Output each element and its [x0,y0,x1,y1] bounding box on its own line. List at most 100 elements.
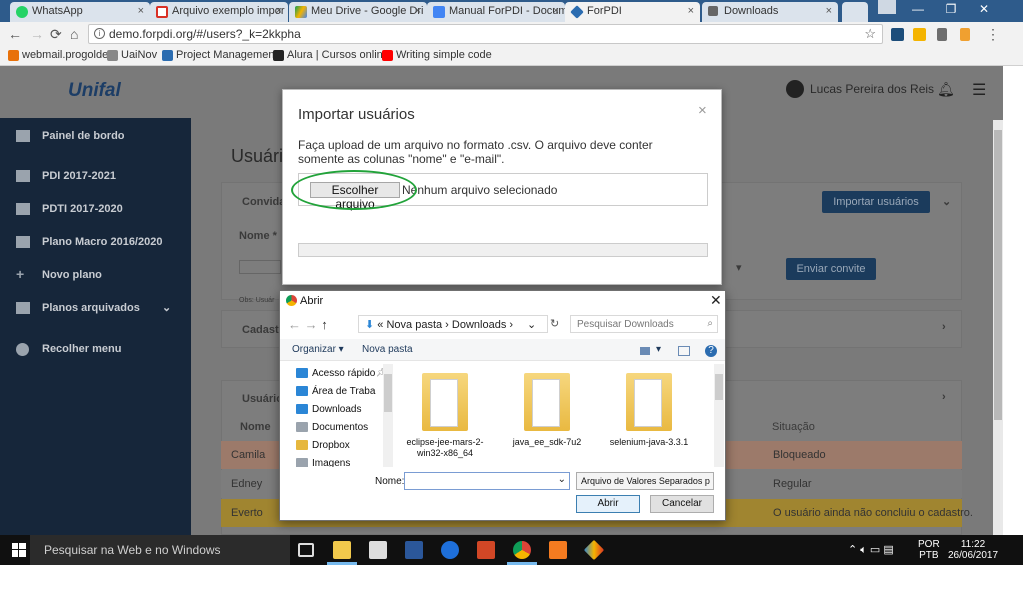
close-icon[interactable]: × [826,5,832,17]
tree-item-dropbox[interactable]: Dropbox [296,440,350,451]
sidebar-item-novo-plano[interactable]: + Novo plano [16,266,102,282]
sidebar-item-recolher[interactable]: Recolher menu [16,343,121,356]
tab-arquivo-exemplo[interactable]: Arquivo exemplo impor × [150,2,288,22]
tree-item-downloads[interactable]: Downloads [296,404,361,415]
chevron-down-icon[interactable]: ⌄ [527,318,536,331]
tree-item-imagens[interactable]: Imagens [296,458,350,467]
breadcrumb-item[interactable]: Downloads [452,319,506,331]
tree-item-documentos[interactable]: Documentos [296,422,368,433]
new-folder-button[interactable]: Nova pasta [362,344,413,355]
sidebar-item-pdi[interactable]: PDI 2017-2021 [16,170,116,182]
search-input[interactable]: Pesquisar Downloads ⌕ [570,315,718,333]
home-icon[interactable]: ⌂ [70,26,78,42]
hamburger-menu-icon[interactable]: ☰ [972,80,986,100]
tab-manual-forpdi[interactable]: Manual ForPDI - Docum × [427,2,565,22]
close-icon[interactable]: × [138,5,144,17]
chevron-down-icon[interactable]: ⌄ [558,474,566,485]
user-menu[interactable]: Lucas Pereira dos Reis [786,80,934,98]
tab-forpdi[interactable]: ForPDI × [565,2,700,22]
store-icon[interactable] [369,541,387,559]
close-icon[interactable]: × [553,5,559,17]
star-icon[interactable]: ☆ [864,26,876,42]
system-tray[interactable]: ⌃ 🔈︎ ▭ ▤ [848,543,894,557]
task-view-icon[interactable] [298,543,314,557]
import-users-button[interactable]: Importar usuários [822,191,930,213]
breadcrumb-item[interactable]: Nova pasta [386,319,442,331]
sidebar-item-plano-macro[interactable]: Plano Macro 2016/2020 [16,236,162,248]
extension-icon[interactable] [960,28,970,41]
files-scrollbar[interactable] [714,364,724,467]
forward-icon[interactable]: → [305,317,318,332]
file-explorer-icon[interactable] [333,541,351,559]
windows-start-icon[interactable] [12,543,26,557]
extension-icon[interactable] [913,28,926,41]
taskbar-search[interactable]: Pesquisar na Web e no Windows [30,535,290,565]
refresh-icon[interactable]: ↻ [550,317,559,330]
tree-item-acesso-rapido[interactable]: Acesso rápido [296,368,375,379]
scrollbar-thumb[interactable] [994,130,1002,420]
unifal-logo[interactable]: Unifal [68,80,121,102]
address-bar[interactable]: i demo.forpdi.org/#/users?_k=2kkpha ☆ [88,24,883,44]
file-name-input[interactable]: ⌄ [404,472,570,490]
back-icon[interactable]: ← [8,26,22,42]
profile-icon[interactable] [878,0,896,14]
info-icon[interactable]: i [94,28,105,39]
chevron-right-icon[interactable]: › [942,391,946,403]
close-window-button[interactable]: ✕ [969,2,999,20]
bookmark-item[interactable]: webmail.progolden [8,49,114,61]
chevron-down-icon[interactable]: ⌄ [942,195,951,208]
open-button[interactable]: Abrir [576,495,640,513]
menu-icon[interactable]: ⋮ [986,26,1000,43]
name-input[interactable] [239,260,281,274]
column-header-status[interactable]: Situação [772,421,815,433]
minimize-button[interactable]: — [903,2,933,20]
file-type-select[interactable]: Arquivo de Valores Separados p [576,472,714,490]
close-icon[interactable]: × [415,5,421,17]
close-icon[interactable]: × [276,5,282,17]
tab-whatsapp[interactable]: WhatsApp × [10,2,150,22]
chevron-right-icon[interactable]: › [942,321,946,333]
sidebar-item-painel[interactable]: Painel de bordo [16,130,125,142]
organize-button[interactable]: Organizar ▾ [292,344,344,355]
chevron-down-icon[interactable]: ▾ [656,344,661,355]
edge-icon[interactable] [441,541,459,559]
up-icon[interactable]: ↑ [321,317,328,332]
maximize-button[interactable]: ❐ [936,2,966,20]
forward-icon[interactable]: → [30,26,44,42]
reload-icon[interactable]: ⟳ [50,26,62,43]
app-icon[interactable] [583,539,605,561]
page-scrollbar[interactable] [993,120,1003,535]
sidebar-item-planos-arquivados[interactable]: Planos arquivados ⌄ [16,302,171,314]
eyedropper-icon[interactable] [937,28,947,41]
scrollbar-thumb[interactable] [715,374,723,400]
sidebar-item-pdti[interactable]: PDTI 2017-2020 [16,203,123,215]
caret-down-icon[interactable]: ▾ [736,261,742,274]
bookmark-item[interactable]: UaiNov [107,49,157,61]
tab-google-drive[interactable]: Meu Drive - Google Dri × [289,2,427,22]
bell-icon[interactable]: 🔔︎ [937,81,955,98]
powerpoint-icon[interactable] [477,541,495,559]
help-icon[interactable]: ? [705,345,717,357]
tree-scrollbar[interactable] [383,364,393,467]
tab-downloads[interactable]: Downloads × [702,2,838,22]
close-icon[interactable]: ✕ [710,292,722,309]
view-icon[interactable] [640,347,650,355]
word-icon[interactable] [405,541,423,559]
app-icon[interactable] [549,541,567,559]
language-indicator[interactable]: POR PTB [918,539,940,561]
extension-icon[interactable] [891,28,904,41]
tree-item-area-trabalho[interactable]: Área de Traba [296,386,375,397]
chrome-icon[interactable] [513,541,531,559]
send-invite-button[interactable]: Enviar convite [786,258,876,280]
clock[interactable]: 11:22 26/06/2017 [948,539,998,561]
bookmark-item[interactable]: Writing simple code [382,49,492,61]
bookmark-item[interactable]: Project Management [162,49,278,61]
preview-pane-icon[interactable] [678,346,690,356]
close-icon[interactable]: × [698,102,707,119]
file-item[interactable]: eclipse-jee-mars-2-win32-x86_64 [400,373,490,463]
file-item[interactable]: selenium-java-3.3.1 [604,373,694,463]
column-header-name[interactable]: Nome [240,421,271,433]
path-breadcrumb[interactable]: ⬇ « Nova pasta › Downloads › ⌄ [358,315,548,333]
new-tab-button[interactable] [842,2,868,22]
bookmark-item[interactable]: Alura | Cursos online [273,49,389,61]
